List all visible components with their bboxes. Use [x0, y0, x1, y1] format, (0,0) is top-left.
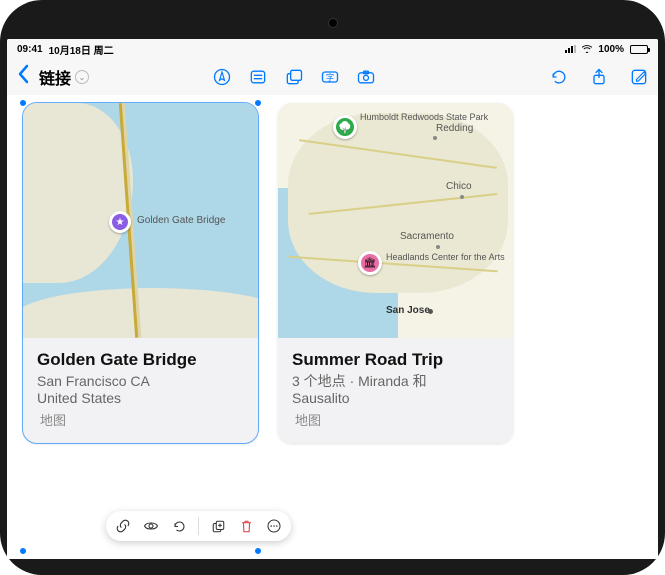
- compose-icon[interactable]: [626, 66, 652, 88]
- card-source-label: 地图: [40, 410, 66, 429]
- map-label: Redding: [436, 123, 473, 134]
- wifi-icon: [582, 45, 592, 53]
- card-subtitle-1: San Francisco CA: [37, 372, 244, 390]
- map-pin-tree-icon: [333, 115, 357, 139]
- map-city-dot: [436, 245, 440, 249]
- map-city-dot: [433, 136, 437, 140]
- card-subtitle-1: 3 个地点 · Miranda 和: [292, 372, 499, 390]
- card-source: 地图: [292, 410, 499, 429]
- signal-icon: [565, 45, 576, 53]
- refresh-icon[interactable]: [170, 517, 188, 535]
- map-label: Golden Gate Bridge: [137, 215, 225, 226]
- attachments-icon[interactable]: [281, 66, 307, 88]
- folder-title-button[interactable]: 链接 ⌄: [37, 65, 89, 89]
- device-camera-bar: [7, 7, 658, 39]
- selection-handle[interactable]: [19, 99, 27, 107]
- selection-handle[interactable]: [19, 547, 27, 555]
- screen: 09:41 10月18日 周二 100% 链接 ⌄: [7, 39, 658, 559]
- selection-handle[interactable]: [254, 547, 262, 555]
- quicklook-eye-icon[interactable]: [142, 517, 160, 535]
- map-pin-star-icon: [109, 211, 131, 233]
- map-label: San Jose: [386, 305, 430, 316]
- map-card-wrap: Golden Gate Bridge Golden Gate Bridge Sa…: [23, 103, 258, 551]
- battery-percentage: 100%: [598, 44, 624, 55]
- page-title: 链接: [39, 65, 71, 89]
- card-source-label: 地图: [295, 410, 321, 429]
- card-source: 地图: [37, 410, 244, 429]
- status-date: 10月18日 周二: [49, 42, 114, 57]
- map-label: Humboldt Redwoods State Park: [360, 113, 488, 122]
- text-format-icon[interactable]: 字: [317, 66, 343, 88]
- format-pen-icon[interactable]: [209, 66, 235, 88]
- map-card-road-trip[interactable]: Humboldt Redwoods State Park Redding Chi…: [278, 103, 513, 443]
- back-button[interactable]: [13, 64, 35, 90]
- camera-icon[interactable]: [353, 66, 379, 88]
- app-toolbar: 链接 ⌄ 字: [7, 59, 658, 95]
- note-canvas[interactable]: Golden Gate Bridge Golden Gate Bridge Sa…: [7, 95, 658, 559]
- map-card-wrap: Humboldt Redwoods State Park Redding Chi…: [278, 103, 513, 551]
- chevron-down-icon: ⌄: [75, 70, 89, 84]
- card-subtitle-2: Sausalito: [292, 390, 499, 406]
- card-info: Summer Road Trip 3 个地点 · Miranda 和 Sausa…: [278, 338, 513, 443]
- selection-handle[interactable]: [254, 99, 262, 107]
- map-label: Chico: [446, 181, 472, 192]
- link-icon[interactable]: [114, 517, 132, 535]
- checklist-icon[interactable]: [245, 66, 271, 88]
- status-time: 09:41: [17, 44, 43, 55]
- map-city-dot: [460, 195, 464, 199]
- card-info: Golden Gate Bridge San Francisco CA Unit…: [23, 338, 258, 443]
- trash-icon[interactable]: [237, 517, 255, 535]
- card-title: Summer Road Trip: [292, 350, 499, 370]
- separator: [198, 517, 199, 535]
- more-ellipsis-icon[interactable]: [265, 517, 283, 535]
- map-preview: Golden Gate Bridge: [23, 103, 258, 338]
- map-label: Headlands Center for the Arts: [386, 253, 505, 262]
- duplicate-icon[interactable]: [209, 517, 227, 535]
- undo-icon[interactable]: [546, 66, 572, 88]
- map-city-dot: [428, 309, 433, 314]
- map-label: Sacramento: [400, 231, 454, 242]
- map-preview: Humboldt Redwoods State Park Redding Chi…: [278, 103, 513, 338]
- selection-context-toolbar: [106, 511, 291, 541]
- status-bar: 09:41 10月18日 周二 100%: [7, 39, 658, 59]
- card-subtitle-2: United States: [37, 390, 244, 406]
- battery-icon: [630, 45, 648, 54]
- map-pin-museum-icon: [358, 251, 382, 275]
- card-title: Golden Gate Bridge: [37, 350, 244, 370]
- map-card-golden-gate[interactable]: Golden Gate Bridge Golden Gate Bridge Sa…: [23, 103, 258, 443]
- svg-text:字: 字: [326, 72, 334, 82]
- front-camera: [328, 18, 338, 28]
- share-icon[interactable]: [586, 66, 612, 88]
- ipad-frame: 09:41 10月18日 周二 100% 链接 ⌄: [0, 0, 665, 575]
